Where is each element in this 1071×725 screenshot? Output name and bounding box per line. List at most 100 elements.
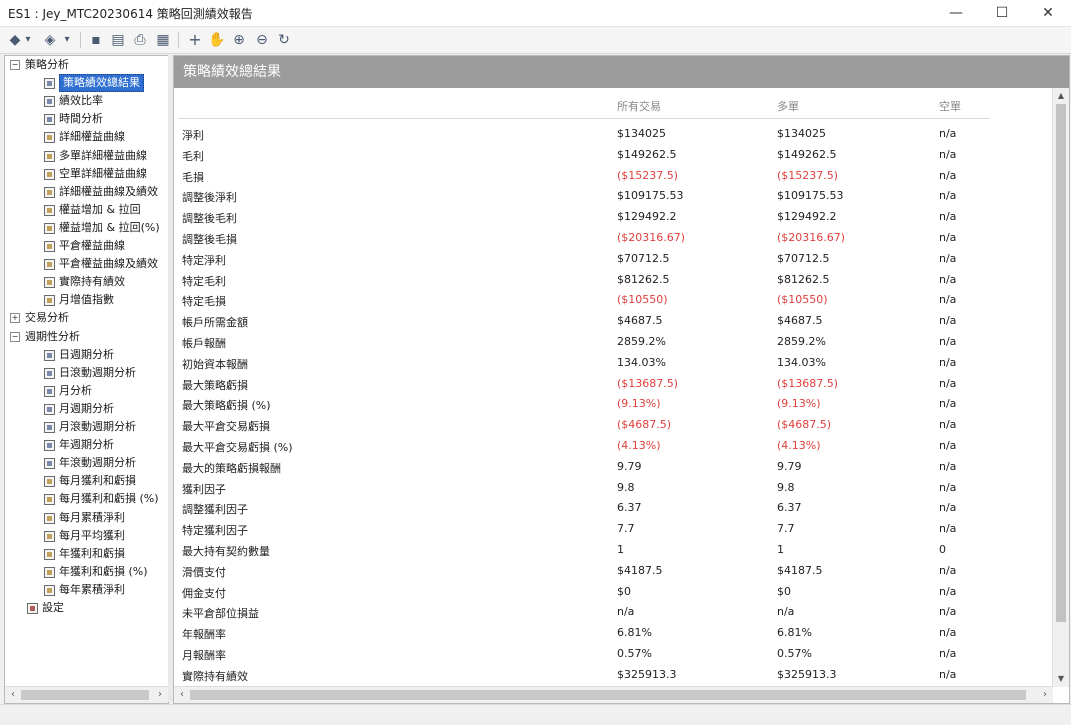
forward-dropdown-icon[interactable]: ▾ bbox=[61, 30, 73, 50]
report-page-icon bbox=[44, 241, 55, 252]
header-divider bbox=[178, 118, 990, 119]
metric-value-short: n/a bbox=[939, 252, 957, 265]
metric-value-all: ($10550) bbox=[617, 293, 668, 306]
scroll-thumb[interactable] bbox=[190, 690, 1026, 700]
close-button[interactable]: ✕ bbox=[1025, 0, 1071, 26]
metric-label: 最大策略虧損 bbox=[182, 379, 248, 392]
tree-item-label: 詳細權益曲線及績效 bbox=[59, 184, 158, 198]
tree-item[interactable]: 實際持有績效 bbox=[5, 273, 168, 291]
tree-item[interactable]: 詳細權益曲線及績效 bbox=[5, 183, 168, 201]
tree-item[interactable]: 年獲利和虧損 bbox=[5, 545, 168, 563]
view-icon[interactable]: ▦ bbox=[153, 30, 173, 50]
tree-item[interactable]: 年滾動週期分析 bbox=[5, 454, 168, 472]
collapse-icon[interactable]: − bbox=[10, 60, 20, 70]
tree-item-label: 日週期分析 bbox=[59, 347, 114, 361]
scroll-thumb[interactable] bbox=[21, 690, 149, 700]
tree-item[interactable]: 時間分析 bbox=[5, 110, 168, 128]
scroll-up-icon[interactable]: ▲ bbox=[1053, 88, 1069, 104]
tree-item[interactable]: 平倉權益曲線及績效 bbox=[5, 255, 168, 273]
metric-value-long: $134025 bbox=[777, 127, 826, 140]
tree-item[interactable]: 月滾動週期分析 bbox=[5, 418, 168, 436]
tree-item[interactable]: 日滾動週期分析 bbox=[5, 364, 168, 382]
tree-group[interactable]: − 週期性分析 bbox=[5, 328, 168, 346]
report-page-icon bbox=[44, 222, 55, 234]
metric-label: 初始資本報酬 bbox=[182, 358, 248, 371]
tree-item[interactable]: 權益增加 & 拉回(%) bbox=[5, 219, 168, 237]
minimize-button[interactable]: — bbox=[933, 0, 979, 26]
tree-item-settings[interactable]: 設定 bbox=[5, 599, 168, 617]
back-dropdown-icon[interactable]: ▾ bbox=[22, 30, 34, 50]
print-icon[interactable]: ⎙ bbox=[130, 30, 150, 50]
tree-item[interactable]: 年獲利和虧損 (%) bbox=[5, 563, 168, 581]
scroll-thumb[interactable] bbox=[1056, 104, 1066, 622]
report-page-icon bbox=[44, 367, 55, 379]
tree-group[interactable]: − 策略分析 bbox=[5, 56, 168, 74]
tree-item-label: 年週期分析 bbox=[59, 438, 114, 452]
collapse-icon[interactable]: − bbox=[10, 331, 20, 342]
tree-group[interactable]: + 交易分析 bbox=[5, 309, 168, 327]
export-icon[interactable]: ▤ bbox=[108, 30, 128, 50]
metric-value-short: n/a bbox=[939, 397, 957, 410]
zoom-in-icon[interactable]: ⊕ bbox=[229, 30, 249, 50]
tree-item[interactable]: 年週期分析 bbox=[5, 436, 168, 454]
metric-value-long: ($20316.67) bbox=[777, 231, 846, 244]
hand-icon[interactable]: ✋ bbox=[207, 30, 227, 50]
tree-item-label: 每月獲利和虧損 (%) bbox=[59, 492, 159, 506]
metric-label: 毛損 bbox=[182, 171, 204, 184]
scroll-left-icon[interactable]: ‹ bbox=[174, 687, 190, 703]
tree-item[interactable]: 平倉權益曲線 bbox=[5, 237, 168, 255]
scroll-down-icon[interactable]: ▼ bbox=[1053, 671, 1069, 687]
tree-item[interactable]: 每月平均獲利 bbox=[5, 527, 168, 545]
scroll-right-icon[interactable]: › bbox=[1037, 687, 1053, 703]
report-page-icon bbox=[44, 584, 55, 596]
metric-value-long: 7.7 bbox=[777, 522, 795, 535]
scroll-right-icon[interactable]: › bbox=[152, 687, 168, 703]
tree-item[interactable]: 月分析 bbox=[5, 382, 168, 400]
metric-label: 未平倉部位損益 bbox=[182, 607, 259, 620]
tree-item-label: 年獲利和虧損 bbox=[59, 546, 125, 560]
metric-value-all: $134025 bbox=[617, 127, 666, 140]
tree-item[interactable]: 每月累積淨利 bbox=[5, 509, 168, 527]
navigation-tree: − 策略分析 策略績效總結果 績效比率 時間分析 詳細權益曲線 多單詳細權益曲線 空單詳細權益… bbox=[4, 55, 169, 704]
tree-item-label: 每月獲利和虧損 bbox=[59, 474, 136, 488]
expand-icon[interactable]: + bbox=[10, 313, 20, 324]
metric-value-long: 9.79 bbox=[777, 460, 802, 473]
tree-item[interactable]: 多單詳細權益曲線 bbox=[5, 147, 168, 165]
zoom-out-icon[interactable]: ⊖ bbox=[252, 30, 272, 50]
scroll-left-icon[interactable]: ‹ bbox=[5, 687, 21, 703]
metric-value-all: (4.13%) bbox=[617, 439, 661, 452]
tree-item[interactable]: 詳細權益曲線 bbox=[5, 128, 168, 146]
tree-item-label: 月分析 bbox=[59, 383, 92, 397]
report-vertical-scrollbar[interactable]: ▲ ▼ bbox=[1052, 88, 1069, 687]
tree-item[interactable]: 空單詳細權益曲線 bbox=[5, 165, 168, 183]
tree-item[interactable]: 月增值指數 bbox=[5, 291, 168, 309]
metric-value-short: n/a bbox=[939, 127, 957, 140]
metric-value-short: n/a bbox=[939, 377, 957, 390]
maximize-button[interactable]: ☐ bbox=[979, 0, 1025, 26]
report-page-icon bbox=[44, 512, 55, 524]
tree-item[interactable]: 每月獲利和虧損 (%) bbox=[5, 490, 168, 508]
metric-value-all: $0 bbox=[617, 585, 631, 598]
tree-horizontal-scrollbar[interactable]: ‹ › bbox=[5, 686, 168, 703]
report-page-icon bbox=[44, 440, 55, 452]
metric-label: 滑價支付 bbox=[182, 566, 226, 579]
metric-value-all: 9.79 bbox=[617, 460, 642, 473]
tree-item-label: 月週期分析 bbox=[59, 401, 114, 415]
reset-icon[interactable]: ↻ bbox=[274, 30, 294, 50]
tree-item[interactable]: 策略績效總結果 bbox=[5, 74, 168, 93]
tree-item[interactable]: 每月獲利和虧損 bbox=[5, 472, 168, 490]
metric-value-all: ($4687.5) bbox=[617, 418, 672, 431]
report-horizontal-scrollbar[interactable]: ‹ › bbox=[174, 686, 1053, 703]
crosshair-icon[interactable]: + bbox=[185, 30, 205, 50]
forward-icon[interactable]: ◈ bbox=[40, 30, 60, 50]
tree-item[interactable]: 月週期分析 bbox=[5, 400, 168, 418]
tree-item[interactable]: 績效比率 bbox=[5, 92, 168, 110]
tree-item[interactable]: 日週期分析 bbox=[5, 346, 168, 364]
metric-value-all: ($13687.5) bbox=[617, 377, 679, 390]
metric-value-short: n/a bbox=[939, 668, 957, 681]
metric-label: 獲利因子 bbox=[182, 483, 226, 496]
metric-value-all: 134.03% bbox=[617, 356, 666, 369]
save-icon[interactable]: ▪ bbox=[86, 30, 106, 50]
tree-item[interactable]: 權益增加 & 拉回 bbox=[5, 201, 168, 219]
tree-item[interactable]: 每年累積淨利 bbox=[5, 581, 168, 599]
